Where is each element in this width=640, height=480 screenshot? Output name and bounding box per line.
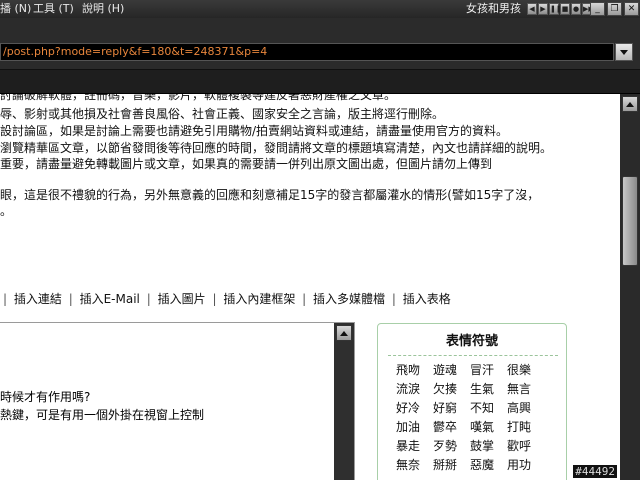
- window-controls: _ ❐ ✕: [590, 2, 639, 16]
- close-icon[interactable]: ✕: [624, 2, 639, 16]
- restore-icon[interactable]: ❐: [607, 2, 622, 16]
- rule-text: 討論破解軟體，註冊碼，音樂，影片，軟體複製等建反著惡財產權之文章。: [0, 94, 397, 102]
- emoticon-item[interactable]: 鼓掌: [470, 438, 507, 454]
- menu-help[interactable]: 說明 (H): [82, 0, 124, 18]
- emoticon-item[interactable]: 惡魔: [470, 457, 507, 473]
- insert-media-button[interactable]: 插入多媒體檔: [313, 292, 385, 306]
- emoticon-item[interactable]: 無言: [507, 381, 544, 397]
- emoticon-item[interactable]: 欠揍: [433, 381, 470, 397]
- insert-iframe-button[interactable]: 插入內建框架: [223, 292, 295, 306]
- emoticon-item[interactable]: 飛吻: [396, 362, 433, 378]
- emoticon-item[interactable]: 很樂: [507, 362, 544, 378]
- previous-icon[interactable]: ◀: [527, 3, 537, 15]
- emoticon-item[interactable]: 加油: [396, 419, 433, 435]
- links-bar: [0, 70, 640, 94]
- emoticon-item[interactable]: 高興: [507, 400, 544, 416]
- editor-toolbar: | 插入連結 | 插入E-Mail | 插入圖片 | 插入內建框架 | 插入多媒…: [3, 292, 451, 306]
- record-icon[interactable]: ●: [571, 3, 581, 15]
- page-content: 討論破解軟體，註冊碼，音樂，影片，軟體複製等建反著惡財產權之文章。 辱、影射或其…: [0, 94, 620, 480]
- menu-play[interactable]: 播 (N): [0, 0, 31, 18]
- insert-image-button[interactable]: 插入圖片: [158, 292, 206, 306]
- page-scrollbar[interactable]: [620, 94, 640, 480]
- minimize-icon[interactable]: _: [590, 2, 605, 16]
- emoticon-item[interactable]: 歡呼: [507, 438, 544, 454]
- emoticon-grid: 飛吻 遊魂 冒汗 很樂 流淚 欠揍 生氣 無言 好冷 好窮 不知 高興 加油 鬱…: [396, 362, 546, 473]
- pause-icon[interactable]: ❚❚: [549, 3, 562, 15]
- divider: [388, 355, 558, 356]
- player-title: 女孩和男孩: [466, 2, 521, 15]
- rule-text: 眼，這是很不禮貌的行為，另外無意義的回應和刻意補足15字的發言都屬灌水的情形(譬…: [0, 188, 540, 202]
- emoticon-panel-title: 表情符號: [445, 334, 498, 349]
- emoticon-item[interactable]: 不知: [470, 400, 507, 416]
- editor-scrollbar[interactable]: [334, 323, 354, 480]
- emoticon-panel: 表情符號 飛吻 遊魂 冒汗 很樂 流淚 欠揍 生氣 無言 好冷 好窮 不知 高興…: [377, 323, 567, 480]
- emoticon-item[interactable]: 冒汗: [470, 362, 507, 378]
- chevron-up-icon: [340, 330, 348, 336]
- emoticon-item[interactable]: 流淚: [396, 381, 433, 397]
- rule-text: 瀏覽精華區文章，以節省發問後等待回應的時間，發問請將文章的標題填寫清楚，內文也請…: [0, 141, 553, 155]
- media-controls: ◀ ▶ ❚❚ ■ ● ▶▶: [527, 3, 594, 15]
- scroll-up-button[interactable]: [622, 96, 638, 112]
- emoticon-item[interactable]: 歹勢: [433, 438, 470, 454]
- address-dropdown-button[interactable]: [615, 43, 633, 61]
- emoticon-item[interactable]: 打盹: [507, 419, 544, 435]
- chevron-down-icon: [620, 49, 628, 55]
- watermark: #44492: [573, 465, 617, 478]
- emoticon-item[interactable]: 用功: [507, 457, 544, 473]
- emoticon-item[interactable]: 好窮: [433, 400, 470, 416]
- emoticon-item[interactable]: 掰掰: [433, 457, 470, 473]
- rule-text: 重要，請盡量避免轉載圖片或文章，如果真的需要請一併列出原文圖出處，但圖片請勿上傳…: [0, 157, 493, 171]
- chevron-up-icon: [626, 101, 634, 107]
- insert-table-button[interactable]: 插入表格: [403, 292, 451, 306]
- emoticon-item[interactable]: 鬱卒: [433, 419, 470, 435]
- menu-tools[interactable]: 工具 (T): [33, 0, 74, 18]
- address-input[interactable]: /post.php?mode=reply&f=180&t=248371&p=4: [0, 43, 614, 61]
- stop-icon[interactable]: ■: [560, 3, 570, 15]
- editor-text-line: 熱鍵，可是有用一個外掛在視窗上控制: [0, 408, 205, 422]
- emoticon-item[interactable]: 暴走: [396, 438, 433, 454]
- play-icon[interactable]: ▶: [538, 3, 548, 15]
- message-textarea[interactable]: 時候才有作用嗎? 熱鍵，可是有用一個外掛在視窗上控制: [0, 322, 355, 480]
- insert-email-button[interactable]: 插入E-Mail: [80, 292, 140, 306]
- insert-link-button[interactable]: 插入連結: [14, 292, 62, 306]
- emoticon-item[interactable]: 遊魂: [433, 362, 470, 378]
- emoticon-item[interactable]: 無奈: [396, 457, 433, 473]
- menu-bar: 播 (N) 工具 (T) 說明 (H) 女孩和男孩 ◀ ▶ ❚❚ ■ ● ▶▶ …: [0, 0, 640, 18]
- scroll-thumb[interactable]: [622, 176, 638, 266]
- rule-text: 設討論區，如果是討論上需要也請避免引用購物/拍賣網站資料或連結，請盡量使用官方的…: [0, 124, 509, 138]
- emoticon-item[interactable]: 好冷: [396, 400, 433, 416]
- editor-text-line: 時候才有作用嗎?: [0, 390, 91, 404]
- rule-text: 辱、影射或其他損及社會善良風俗、社會正義、國家安全之言論，版主將逕行刪除。: [0, 107, 445, 121]
- rule-text: 。: [0, 204, 13, 218]
- emoticon-item[interactable]: 生氣: [470, 381, 507, 397]
- scroll-up-button[interactable]: [336, 325, 352, 341]
- address-bar: /post.php?mode=reply&f=180&t=248371&p=4: [0, 18, 640, 70]
- emoticon-item[interactable]: 嘆氣: [470, 419, 507, 435]
